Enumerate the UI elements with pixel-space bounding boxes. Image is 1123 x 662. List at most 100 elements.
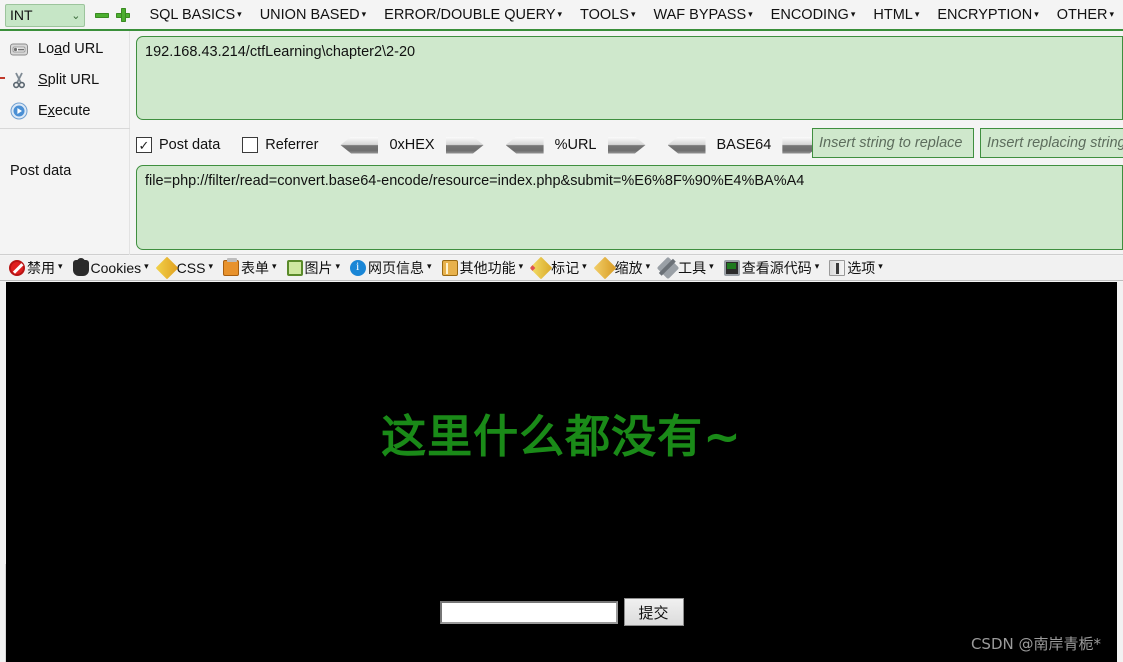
page-text-input[interactable] — [439, 600, 618, 624]
devbar-item-options[interactable]: 选项 ▾ — [824, 257, 888, 280]
devbar-label: 表单 — [240, 260, 269, 276]
chevron-down-icon: ▾ — [271, 260, 277, 271]
devbar-label: 网页信息 — [368, 260, 425, 276]
base64-label: BASE64 — [716, 137, 772, 153]
disable-icon — [9, 260, 25, 276]
devbar-label: Cookies — [90, 260, 142, 276]
rendered-page: 这里什么都没有~ 提交 CSDN @南岸青栀* — [6, 282, 1117, 662]
base64-decode-button[interactable] — [667, 136, 706, 154]
add-tab-button[interactable] — [115, 7, 130, 23]
menu-label: UNION BASED — [259, 7, 360, 23]
devbar-item-images[interactable]: 图片 ▾ — [282, 257, 346, 280]
page-form: 提交 — [6, 598, 1117, 626]
menu-other[interactable]: OTHER ▾ — [1048, 7, 1123, 23]
menu-encoding[interactable]: ENCODING ▾ — [762, 7, 865, 23]
payload-type-select[interactable]: INT ⌄ — [5, 3, 86, 27]
hackbar-panel: INT ⌄ SQL BASICS ▾ UNION BASED ▾ ERROR/DOU… — [0, 0, 1123, 255]
hackbar-action-list: Load URL Split URL Execute — [0, 33, 130, 126]
menu-waf-bypass[interactable]: WAF BYPASS ▾ — [644, 7, 761, 23]
hackbar-menubar: SQL BASICS ▾ UNION BASED ▾ ERROR/DOUBLE QU… — [140, 7, 1123, 23]
watermark-text: CSDN @南岸青栀* — [970, 635, 1101, 653]
devbar-item-cookies[interactable]: Cookies ▾ — [68, 257, 154, 280]
chevron-down-icon: ▾ — [237, 9, 242, 19]
devbar-item-misc[interactable]: 其他功能 ▾ — [437, 257, 529, 280]
web-developer-toolbar: 禁用 ▾ Cookies ▾ CSS ▾ 表单 ▾ 图片 ▾ 网页信息 ▾ — [0, 256, 1123, 281]
devbar-item-outline[interactable]: 标记 ▾ — [528, 256, 592, 280]
devbar-label: 标记 — [551, 260, 580, 276]
chevron-down-icon: ▾ — [335, 260, 341, 271]
marker-pencil-icon — [529, 256, 553, 280]
devbar-label: 选项 — [847, 260, 876, 276]
referrer-checkbox[interactable]: Referrer — [242, 137, 318, 153]
payload-type-value: INT — [10, 7, 33, 23]
devbar-label: 查看源代码 — [741, 260, 812, 276]
url-decode-button[interactable] — [505, 136, 544, 154]
split-url-label: Split URL — [38, 71, 100, 88]
referrer-checkbox-label: Referrer — [265, 137, 319, 153]
post-data-side-label: Post data — [10, 163, 72, 179]
page-heading: 这里什么都没有~ — [381, 410, 742, 463]
page-viewport: 这里什么都没有~ 提交 CSDN @南岸青栀* — [0, 282, 1123, 662]
menu-error-double-query[interactable]: ERROR/DOUBLE QUERY ▾ — [375, 7, 571, 23]
hex-encode-button[interactable] — [445, 136, 484, 154]
chevron-down-icon: ▾ — [582, 260, 587, 271]
menu-html[interactable]: HTML ▾ — [864, 7, 928, 23]
split-url-button[interactable]: Split URL — [0, 64, 130, 95]
url-input[interactable]: 192.168.43.214/ctfLearning\chapter2\2-20 — [136, 36, 1123, 120]
post-data-input[interactable]: file=php://filter/read=convert.base64-en… — [136, 165, 1123, 250]
checkbox-checked-icon: ✓ — [136, 137, 152, 153]
devbar-label: 图片 — [304, 260, 333, 276]
devbar-item-tools[interactable]: 工具 ▾ — [655, 256, 719, 280]
hex-label: 0xHEX — [389, 137, 435, 153]
devbar-item-css[interactable]: CSS ▾ — [154, 256, 218, 280]
url-encode-button[interactable] — [607, 136, 646, 154]
view-source-icon — [723, 260, 740, 276]
menu-label: ERROR/DOUBLE QUERY — [384, 7, 556, 23]
hackbar-divider — [0, 128, 130, 129]
devbar-item-page-info[interactable]: 网页信息 ▾ — [345, 257, 437, 280]
viewport-right-gutter — [1117, 564, 1123, 662]
execute-button[interactable]: Execute — [0, 95, 130, 126]
menu-sql-basics[interactable]: SQL BASICS ▾ — [140, 7, 250, 23]
menu-encryption[interactable]: ENCRYPTION ▾ — [928, 7, 1047, 23]
chevron-down-icon: ▾ — [850, 9, 856, 19]
info-icon — [350, 259, 367, 276]
replace-from-input[interactable]: Insert string to replace — [812, 128, 974, 158]
replace-to-input[interactable]: Insert replacing string — [980, 128, 1123, 158]
menu-label: ENCRYPTION — [937, 7, 1033, 23]
misc-book-icon — [441, 260, 458, 276]
chevron-down-icon: ▾ — [361, 9, 367, 19]
chevron-down-icon: ⌄ — [71, 9, 81, 22]
post-data-checkbox[interactable]: ✓ Post data — [136, 137, 220, 153]
devbar-label: 其他功能 — [459, 260, 516, 276]
checkbox-unchecked-icon — [242, 137, 259, 153]
tools-icon — [656, 256, 680, 280]
devbar-item-forms[interactable]: 表单 ▾ — [218, 257, 282, 280]
submit-button[interactable]: 提交 — [623, 598, 684, 626]
hackbar-options-row: ✓ Post data Referrer 0xHEX %URL BASE64 — [136, 130, 1123, 160]
menu-label: WAF BYPASS — [653, 7, 747, 23]
devbar-item-view-source[interactable]: 查看源代码 ▾ — [719, 257, 825, 280]
chevron-down-icon: ▾ — [208, 260, 213, 271]
remove-tab-button[interactable] — [94, 7, 109, 23]
chevron-down-icon: ▾ — [1034, 9, 1039, 19]
chevron-down-icon: ▾ — [709, 260, 714, 271]
devbar-label: 工具 — [678, 260, 707, 276]
devbar-item-resize[interactable]: 缩放 ▾ — [592, 256, 656, 280]
devbar-item-disable[interactable]: 禁用 ▾ — [4, 257, 68, 280]
hex-decode-button[interactable] — [340, 136, 379, 154]
hex-converter-group: 0xHEX — [340, 136, 484, 154]
play-icon — [0, 102, 38, 120]
menu-tools[interactable]: TOOLS ▾ — [571, 7, 644, 23]
chevron-down-icon: ▾ — [645, 260, 651, 271]
devbar-label: 禁用 — [27, 260, 55, 276]
chevron-down-icon: ▾ — [878, 260, 883, 271]
load-url-button[interactable]: Load URL — [0, 33, 130, 64]
scissors-icon — [0, 71, 38, 89]
url-label: %URL — [554, 137, 597, 153]
chevron-down-icon: ▾ — [748, 9, 753, 19]
browser-window: INT ⌄ SQL BASICS ▾ UNION BASED ▾ ERROR/DOU… — [0, 0, 1123, 662]
ruler-icon — [593, 256, 616, 280]
menu-label: ENCODING — [770, 7, 849, 23]
menu-union-based[interactable]: UNION BASED ▾ — [251, 7, 375, 23]
